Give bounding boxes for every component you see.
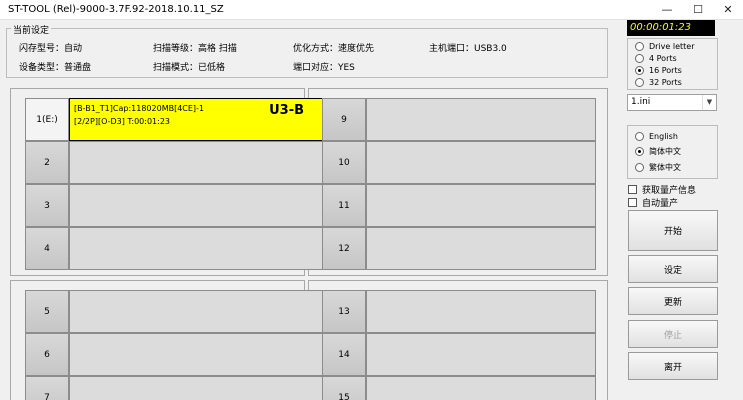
scan-level-info: 扫描等级：高格 扫描 bbox=[153, 44, 237, 54]
slot-status-box bbox=[69, 290, 323, 333]
slot-status-box bbox=[69, 227, 323, 270]
radio-label: English bbox=[649, 132, 678, 141]
slot-status-box bbox=[69, 333, 323, 376]
radio-label: Drive letter bbox=[649, 42, 695, 51]
setup-button[interactable]: 设定 bbox=[628, 255, 718, 283]
flash-model-info: 闪存型号：自动 bbox=[19, 44, 83, 54]
slot-number[interactable]: 10 bbox=[322, 141, 366, 184]
slot-number[interactable]: 14 bbox=[322, 333, 366, 376]
slot-usb-tag: U3-B bbox=[269, 103, 304, 118]
slot-status-box bbox=[69, 376, 323, 400]
slot-status-line1: [B-B1_T1]Cap:118020MB[4CE]-1 bbox=[74, 104, 205, 113]
chevron-down-icon[interactable]: ▼ bbox=[702, 95, 716, 110]
current-settings-group: 当前设定 闪存型号：自动 扫描等级：高格 扫描 优化方式：速度优先 主机端口：U… bbox=[6, 23, 608, 78]
radio-drive-letter[interactable]: Drive letter bbox=[635, 42, 695, 51]
exit-button[interactable]: 离开 bbox=[628, 352, 718, 380]
slot-number[interactable]: 13 bbox=[322, 290, 366, 333]
port-map-info: 端口对应：YES bbox=[293, 63, 355, 73]
radio-dot[interactable] bbox=[635, 163, 644, 172]
radio-label: 4 Ports bbox=[649, 54, 677, 63]
slot-status-box bbox=[366, 376, 596, 400]
slot-number[interactable]: 12 bbox=[322, 227, 366, 270]
stop-button: 停止 bbox=[628, 320, 718, 348]
radio-dot[interactable] bbox=[635, 132, 644, 141]
start-button[interactable]: 开始 bbox=[628, 210, 718, 251]
elapsed-timer: 00:00:01:23 bbox=[627, 20, 715, 36]
refresh-button[interactable]: 更新 bbox=[628, 287, 718, 315]
radio-simplified-chinese[interactable]: 简体中文 bbox=[635, 146, 681, 157]
checkbox-label: 获取量产信息 bbox=[642, 186, 697, 196]
port-mode-group: Drive letter 4 Ports 16 Ports 32 Ports bbox=[627, 38, 718, 90]
window-title: ST-TOOL (Rel)-9000-3.7F.92-2018.10.11_SZ bbox=[8, 4, 224, 15]
radio-dot[interactable] bbox=[635, 66, 644, 75]
slot-number[interactable]: 6 bbox=[25, 333, 69, 376]
optimize-info: 优化方式：速度优先 bbox=[293, 44, 375, 54]
slot-number[interactable]: 11 bbox=[322, 184, 366, 227]
maximize-icon[interactable]: ☐ bbox=[683, 0, 713, 20]
scan-mode-info: 扫描模式：已低格 bbox=[153, 63, 226, 73]
slot-status-box bbox=[366, 184, 596, 227]
slot-status-line2: [2/2P][O-D3] T:00:01:23 bbox=[74, 117, 171, 126]
slot-status-box bbox=[366, 141, 596, 184]
radio-label: 16 Ports bbox=[649, 66, 682, 75]
radio-4-ports[interactable]: 4 Ports bbox=[635, 54, 677, 63]
radio-dot[interactable] bbox=[635, 78, 644, 87]
host-port-info: 主机端口：USB3.0 bbox=[429, 44, 507, 54]
slot-number[interactable]: 7 bbox=[25, 376, 69, 400]
slot-number[interactable]: 4 bbox=[25, 227, 69, 270]
slot-number[interactable]: 1(E:) bbox=[25, 98, 69, 141]
title-bar: ST-TOOL (Rel)-9000-3.7F.92-2018.10.11_SZ… bbox=[0, 0, 743, 20]
ini-select[interactable]: 1.ini ▼ bbox=[627, 94, 717, 111]
language-group: English 简体中文 繁体中文 bbox=[627, 125, 718, 179]
slot-number[interactable]: 15 bbox=[322, 376, 366, 400]
checkbox-box[interactable] bbox=[628, 185, 637, 194]
slot-status-box bbox=[366, 333, 596, 376]
radio-label: 32 Ports bbox=[649, 78, 682, 87]
radio-english[interactable]: English bbox=[635, 132, 678, 141]
slot-number[interactable]: 2 bbox=[25, 141, 69, 184]
close-icon[interactable]: ✕ bbox=[713, 0, 743, 20]
settings-legend: 当前设定 bbox=[11, 23, 52, 36]
slot-status-box: [B-B1_T1]Cap:118020MB[4CE]-1 [2/2P][O-D3… bbox=[69, 98, 323, 141]
radio-traditional-chinese[interactable]: 繁体中文 bbox=[635, 162, 681, 173]
slot-status-box bbox=[69, 141, 323, 184]
device-type-info: 设备类型：普通盘 bbox=[19, 63, 92, 73]
radio-dot[interactable] bbox=[635, 54, 644, 63]
slot-status-box bbox=[366, 227, 596, 270]
slot-number[interactable]: 5 bbox=[25, 290, 69, 333]
slot-status-box bbox=[366, 98, 596, 141]
slot-status-box bbox=[69, 184, 323, 227]
radio-label: 简体中文 bbox=[649, 147, 681, 156]
radio-label: 繁体中文 bbox=[649, 163, 681, 172]
radio-16-ports[interactable]: 16 Ports bbox=[635, 66, 682, 75]
get-production-info-checkbox[interactable]: 获取量产信息 bbox=[628, 183, 696, 196]
radio-32-ports[interactable]: 32 Ports bbox=[635, 78, 682, 87]
checkbox-label: 自动量产 bbox=[642, 199, 679, 209]
radio-dot[interactable] bbox=[635, 147, 644, 156]
slot-status-box bbox=[366, 290, 596, 333]
ini-select-value: 1.ini bbox=[631, 97, 651, 107]
slot-number[interactable]: 9 bbox=[322, 98, 366, 141]
minimize-icon[interactable]: — bbox=[652, 0, 682, 20]
checkbox-box[interactable] bbox=[628, 198, 637, 207]
auto-production-checkbox[interactable]: 自动量产 bbox=[628, 196, 678, 209]
radio-dot[interactable] bbox=[635, 42, 644, 51]
slot-number[interactable]: 3 bbox=[25, 184, 69, 227]
